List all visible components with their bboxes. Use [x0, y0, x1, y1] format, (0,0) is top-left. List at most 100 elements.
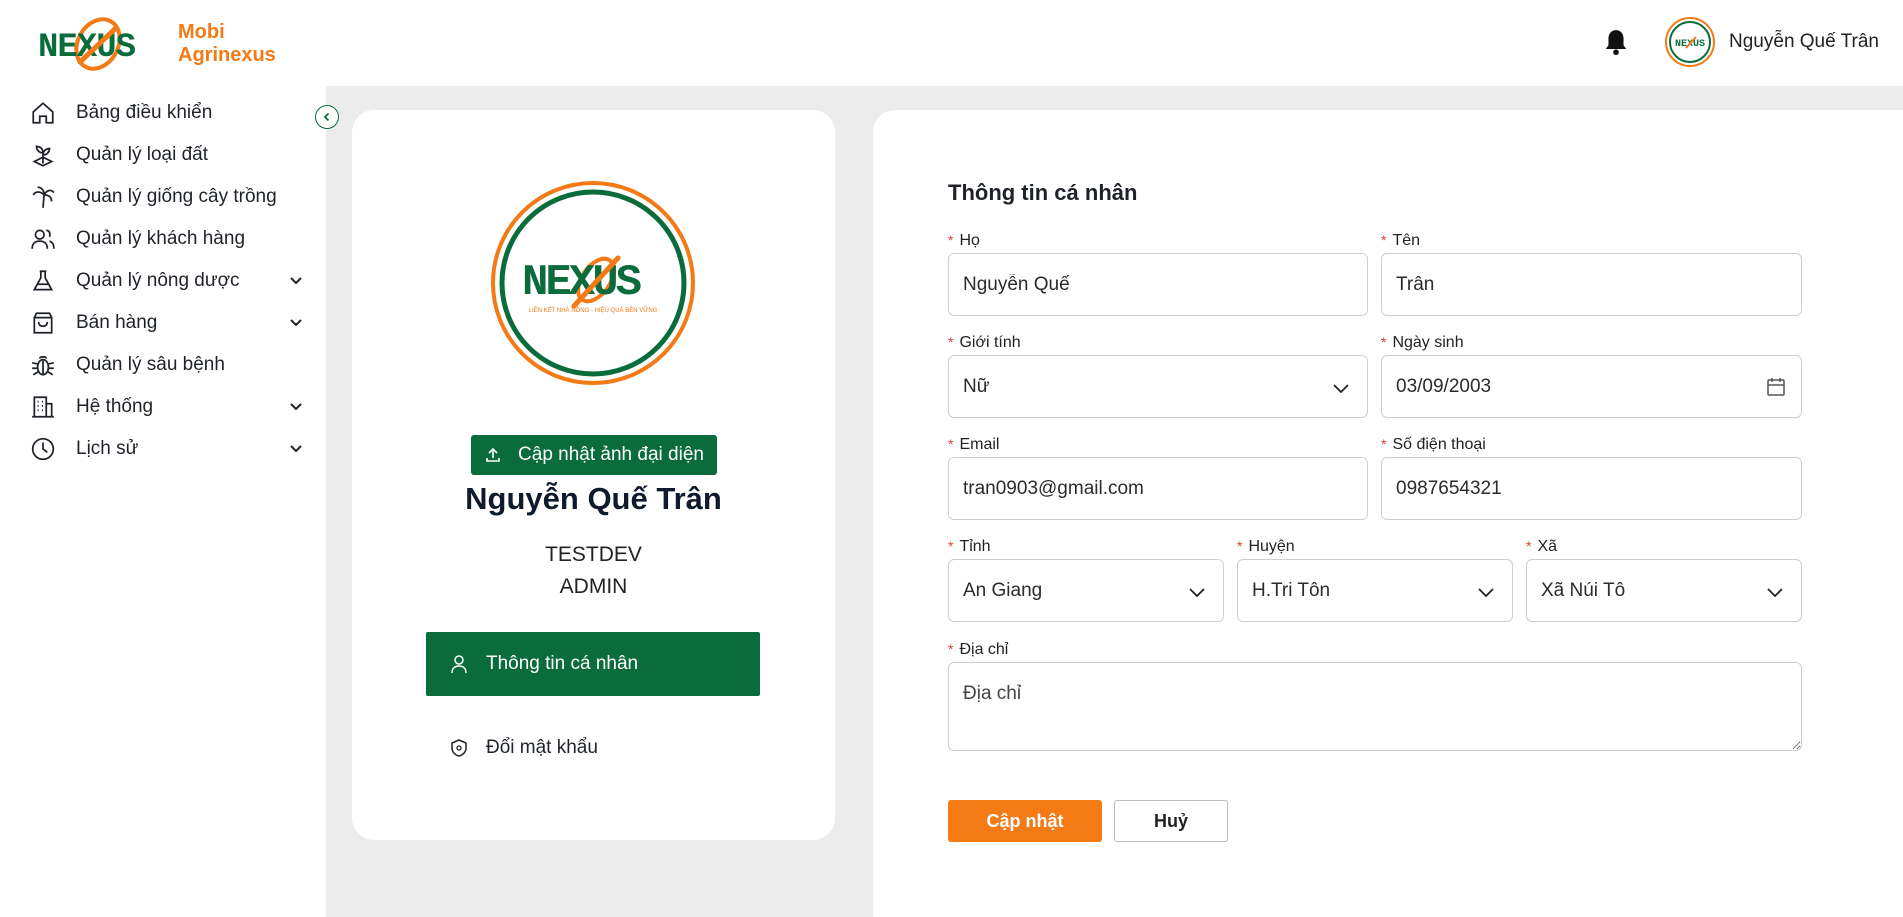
- gender-value: Nữ: [963, 375, 990, 397]
- email-label: * Email: [948, 436, 1000, 453]
- logo-text: NEXUS: [38, 29, 136, 67]
- users-icon: [31, 229, 55, 249]
- ward-select[interactable]: Xã Núi Tô: [1526, 559, 1802, 622]
- cancel-button[interactable]: Huỷ: [1114, 800, 1228, 842]
- app-logo[interactable]: NEXUS Mobi Agrinexus: [36, 14, 276, 74]
- brand-line-2: Agrinexus: [178, 44, 276, 66]
- flask-icon: [32, 270, 54, 291]
- sidebar-item-label: Quản lý loại đất: [76, 144, 209, 165]
- tab-change-password[interactable]: Đổi mật khẩu: [426, 728, 760, 768]
- district-select[interactable]: H.Tri Tôn: [1237, 559, 1513, 622]
- birthday-label: * Ngày sinh: [1381, 334, 1464, 351]
- sidebar-item-label: Quản lý khách hàng: [76, 228, 246, 249]
- brand-name: Mobi Agrinexus: [178, 21, 276, 67]
- brand-line-1: Mobi: [178, 21, 225, 43]
- sidebar-item-label: Bảng điều khiển: [76, 102, 213, 123]
- last-name-label: * Họ: [948, 232, 980, 249]
- notification-bell-icon[interactable]: [1603, 28, 1629, 56]
- header-user-name[interactable]: Nguyễn Quế Trân: [1729, 31, 1879, 53]
- chevron-down-icon: [1767, 588, 1783, 598]
- profile-role: ADMIN: [559, 575, 628, 598]
- avatar-logo-icon: NEXUS: [1669, 21, 1712, 63]
- gender-select[interactable]: Nữ: [948, 355, 1368, 418]
- gender-label: * Giới tính: [948, 334, 1021, 351]
- sidebar-item-system[interactable]: Hệ thống: [0, 386, 326, 428]
- first-name-field[interactable]: [1381, 253, 1802, 316]
- sidebar-item-label: Quản lý sâu bệnh: [76, 354, 225, 375]
- chevron-down-icon: [1333, 384, 1349, 394]
- sidebar-item-label: Lịch sử: [76, 438, 139, 459]
- top-header: NEXUS Mobi Agrinexus NEXUS Nguyễn Quế Tr…: [0, 0, 1903, 86]
- chevron-down-icon: [290, 445, 302, 453]
- logo-tagline: LIÊN KẾT NHÀ NÔNG - HIỆU QUẢ BỀN VỮNG: [529, 306, 658, 314]
- update-button[interactable]: Cập nhật: [948, 800, 1102, 842]
- ward-label: * Xã: [1526, 538, 1558, 555]
- sidebar-item-dashboard[interactable]: Bảng điều khiển: [0, 92, 326, 134]
- header-user-area: NEXUS Nguyễn Quế Trân: [1603, 16, 1879, 68]
- form-title: Thông tin cá nhân: [948, 180, 1138, 205]
- sidebar-item-history[interactable]: Lịch sử: [0, 428, 326, 470]
- birthday-datepicker[interactable]: 03/09/2003: [1381, 355, 1802, 418]
- required-asterisk: *: [948, 334, 954, 350]
- address-label: * Địa chỉ: [948, 641, 1009, 658]
- required-asterisk: *: [1526, 538, 1532, 554]
- district-label: * Huyện: [1237, 538, 1295, 555]
- last-name-field[interactable]: [948, 253, 1368, 316]
- user-avatar[interactable]: NEXUS: [1665, 17, 1716, 67]
- clock-icon: [31, 437, 55, 461]
- required-asterisk: *: [948, 538, 954, 554]
- nexus-logo-icon: NEXUS: [38, 17, 137, 71]
- home-icon: [32, 102, 54, 124]
- sidebar-item-customers[interactable]: Quản lý khách hàng: [0, 218, 326, 260]
- address-textarea[interactable]: [948, 662, 1802, 751]
- tab-change-password-label: Đổi mật khẩu: [486, 737, 598, 758]
- update-avatar-button[interactable]: Cập nhật ảnh đại diện: [471, 435, 717, 475]
- sidebar-item-label: Bán hàng: [76, 312, 158, 333]
- shopping-bag-icon: [33, 312, 53, 334]
- sidebar-item-label: Hệ thống: [76, 396, 154, 417]
- chevron-left-icon: [323, 112, 330, 122]
- chevron-down-icon: [1478, 588, 1494, 598]
- sidebar-item-sales[interactable]: Bán hàng: [0, 302, 326, 344]
- district-value: H.Tri Tôn: [1252, 579, 1331, 601]
- palm-icon: [32, 186, 55, 208]
- profile-name: Nguyễn Quế Trân: [465, 481, 722, 516]
- sidebar-collapse-button[interactable]: [315, 105, 339, 129]
- chevron-down-icon: [290, 277, 302, 285]
- required-asterisk: *: [1381, 334, 1387, 350]
- chevron-down-icon: [290, 403, 302, 411]
- sidebar-item-pesticides[interactable]: Quản lý nông dược: [0, 260, 326, 302]
- required-asterisk: *: [1237, 538, 1243, 554]
- email-field[interactable]: [948, 457, 1368, 520]
- sidebar-item-soil-types[interactable]: Quản lý loại đất: [0, 134, 326, 176]
- sidebar-item-crop-varieties[interactable]: Quản lý giống cây trồng: [0, 176, 326, 218]
- sidebar-item-label: Quản lý nông dược: [76, 270, 240, 291]
- user-icon: [451, 655, 467, 674]
- required-asterisk: *: [948, 436, 954, 452]
- profile-avatar-logo: NEXUS LIÊN KẾT NHÀ NÔNG - HIỆU QUẢ BỀN V…: [491, 181, 695, 385]
- phone-field[interactable]: [1381, 457, 1802, 520]
- chevron-down-icon: [290, 319, 302, 327]
- required-asterisk: *: [948, 232, 954, 248]
- sidebar-item-pests[interactable]: Quản lý sâu bệnh: [0, 344, 326, 386]
- chevron-down-icon: [1189, 588, 1205, 598]
- province-label: * Tỉnh: [948, 538, 991, 555]
- sidebar-menu: Bảng điều khiển Quản lý loại đất Quản lý…: [0, 92, 326, 470]
- province-value: An Giang: [963, 579, 1043, 601]
- province-select[interactable]: An Giang: [948, 559, 1224, 622]
- tab-personal-info-label: Thông tin cá nhân: [486, 653, 639, 674]
- phone-label: * Số điện thoại: [1381, 436, 1486, 453]
- required-asterisk: *: [948, 641, 954, 657]
- bug-icon: [31, 356, 55, 376]
- required-asterisk: *: [1381, 232, 1387, 248]
- first-name-label: * Tên: [1381, 232, 1421, 249]
- sidebar: Bảng điều khiển Quản lý loại đất Quản lý…: [0, 86, 326, 917]
- update-avatar-label: Cập nhật ảnh đại diện: [518, 444, 704, 465]
- required-asterisk: *: [1381, 436, 1387, 452]
- sidebar-item-label: Quản lý giống cây trồng: [76, 186, 277, 207]
- shield-icon: [451, 739, 467, 757]
- upload-icon: [486, 447, 500, 462]
- sprout-icon: [32, 145, 54, 167]
- calendar-icon[interactable]: [1765, 376, 1787, 398]
- tab-personal-info[interactable]: Thông tin cá nhân: [426, 632, 760, 696]
